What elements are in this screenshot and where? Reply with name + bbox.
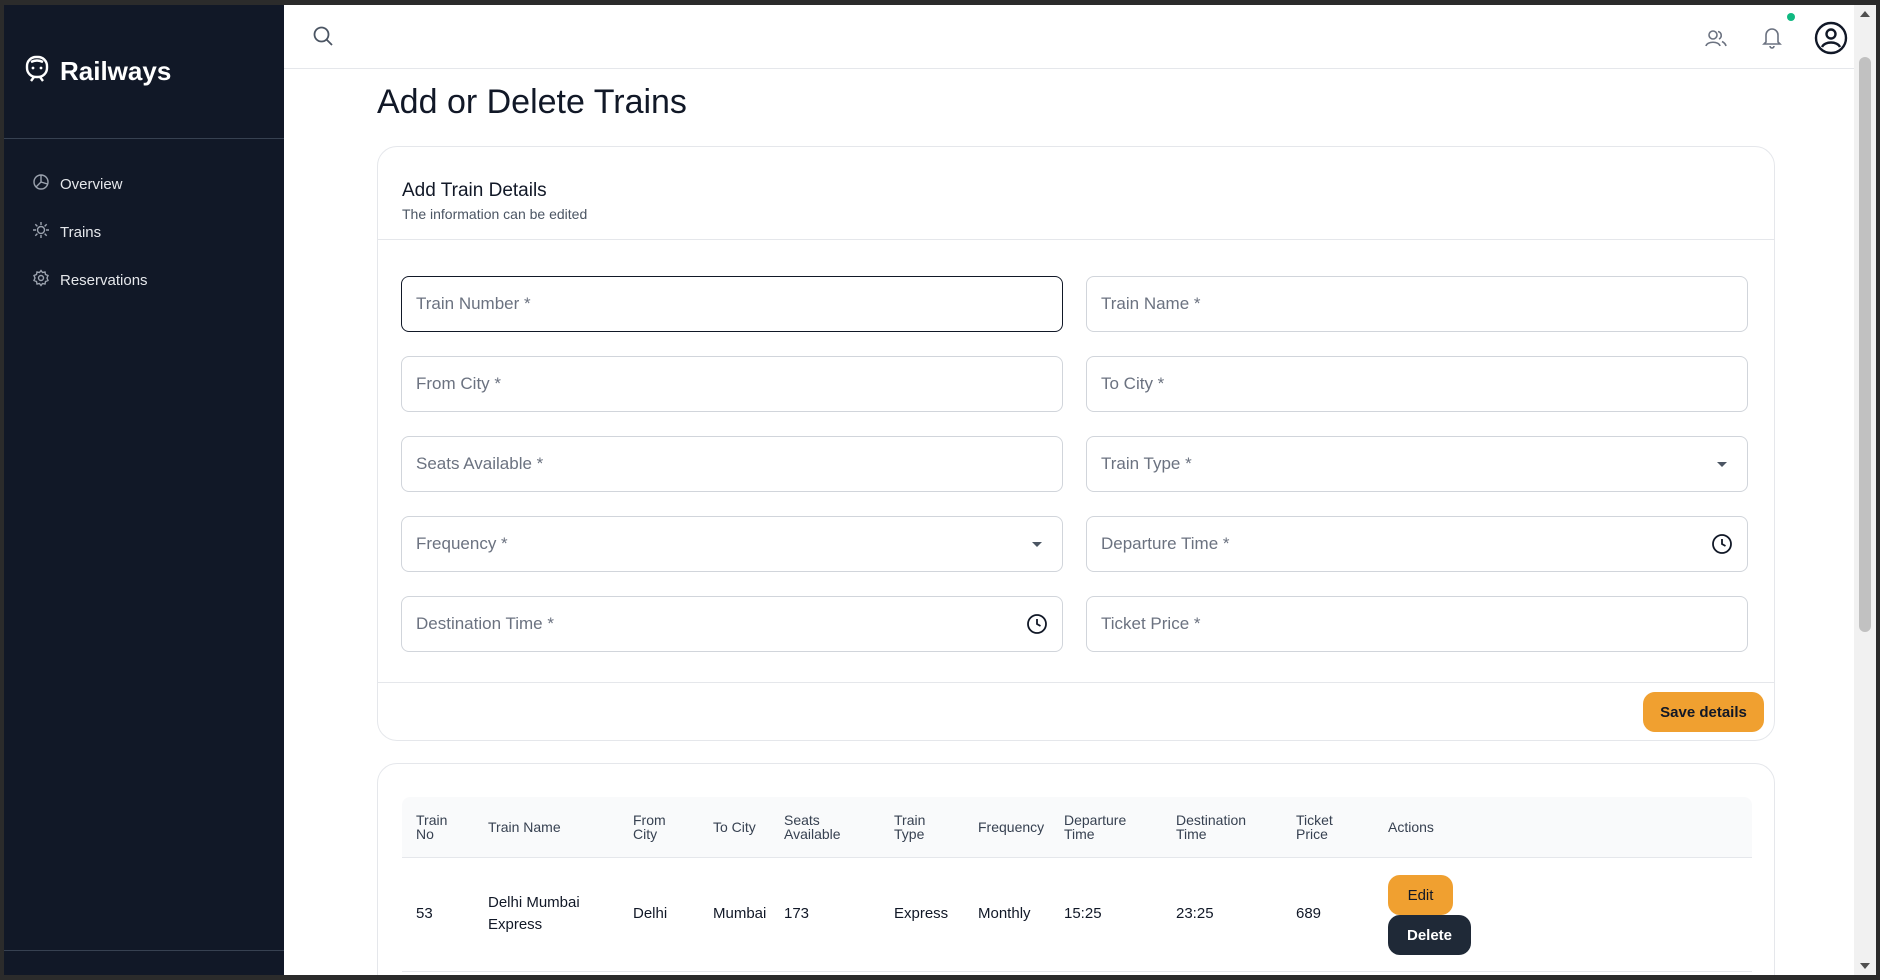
dropdown-arrow-icon [1032,542,1042,547]
sidebar-nav: Overview Trains Reservations [32,160,148,304]
search-icon[interactable] [312,25,334,52]
trains-table-card: Train No Train Name From City To City Seat… [377,763,1775,975]
cell-from-city: Delhi [633,905,668,922]
dropdown-arrow-icon [1717,462,1727,467]
cell-train-type: Express [894,905,949,922]
field-label: Departure Time * [1101,534,1230,553]
destination-time-field[interactable]: Destination Time * [401,596,1063,652]
cell-ticket-price: 689 [1296,905,1322,922]
card-header: Add Train Details The information can be… [378,147,1774,240]
train-type-select[interactable]: Train Type * [1086,436,1748,492]
from-city-field[interactable]: From City * [401,356,1063,412]
notification-dot [1787,13,1795,21]
cell-frequency: Monthly [978,905,1031,922]
cell-to-city: Mumbai [713,905,767,922]
column-header-to-city: To City [713,819,756,835]
row-divider [402,971,1752,972]
field-label: Frequency * [416,534,508,553]
sidebar-item-overview[interactable]: Overview [32,160,148,208]
field-label: Seats Available * [416,454,544,473]
field-label: To City * [1101,374,1165,393]
edit-button[interactable]: Edit [1388,875,1453,915]
sidebar-item-reservations[interactable]: Reservations [32,256,148,304]
sidebar-divider [4,950,284,951]
cell-train-no: 53 [416,905,433,922]
field-label: Train Type * [1101,454,1192,473]
sidebar-divider [4,138,284,139]
cell-destination-time: 23:25 [1176,905,1214,922]
scroll-up-arrow-icon[interactable] [1860,11,1870,17]
field-label: Train Name * [1101,294,1201,313]
column-header-seats-available: Seats Available [784,812,841,842]
column-header-train-name: Train Name [488,819,561,835]
column-header-destination-time: Destination Time [1176,812,1247,842]
bell-icon[interactable] [1761,25,1783,54]
brand[interactable]: Railways [24,55,171,88]
add-train-card: Add Train Details The information can be… [377,146,1775,741]
frequency-select[interactable]: Frequency * [401,516,1063,572]
cell-departure-time: 15:25 [1064,905,1102,922]
top-bar [284,5,1854,69]
users-icon[interactable] [1704,27,1728,54]
train-icon [32,221,50,243]
column-header-departure-time: Departure Time [1064,812,1127,842]
field-label: Destination Time * [416,614,554,633]
seats-available-field[interactable]: Seats Available * [401,436,1063,492]
gear-icon [32,269,50,291]
field-label: Train Number * [416,294,531,313]
column-header-train-type: Train Type [894,812,926,842]
account-icon[interactable] [1814,21,1848,60]
sidebar: Railways Overview Trains Reservations [4,5,284,975]
train-name-field[interactable]: Train Name * [1086,276,1748,332]
field-label: From City * [416,374,501,393]
cell-seats-available: 173 [784,905,810,922]
clock-icon[interactable] [1711,533,1733,560]
sidebar-item-label: Trains [60,223,102,241]
column-header-actions: Actions [1388,819,1434,835]
train-number-field[interactable]: Train Number * [401,276,1063,332]
train-logo-icon [24,55,50,88]
clock-icon[interactable] [1026,613,1048,640]
scrollbar-thumb[interactable] [1859,57,1871,632]
ticket-price-field[interactable]: Ticket Price * [1086,596,1748,652]
column-header-ticket-price: Ticket Price [1296,812,1333,842]
column-header-train-no: Train No [416,812,448,842]
column-header-frequency: Frequency [978,819,1045,835]
departure-time-field[interactable]: Departure Time * [1086,516,1748,572]
table-header: Train No Train Name From City To City Seat… [402,797,1752,858]
cell-train-name: Delhi Mumbai Express [488,894,580,933]
pie-chart-icon [32,173,50,195]
sidebar-item-trains[interactable]: Trains [32,208,148,256]
card-subtitle: The information can be edited [402,206,588,222]
sidebar-item-label: Reservations [60,271,148,289]
page-scrollbar[interactable] [1854,5,1876,975]
delete-button[interactable]: Delete [1388,915,1471,955]
field-label: Ticket Price * [1101,614,1201,633]
app-window: Railways Overview Trains Reservations Ad… [4,5,1876,975]
save-details-button[interactable]: Save details [1643,692,1764,732]
app-name: Railways [60,56,172,86]
card-footer-divider [378,682,1774,683]
column-header-from-city: From City [633,812,666,842]
scroll-down-arrow-icon[interactable] [1860,963,1870,969]
page-title: Add or Delete Trains [377,83,687,121]
sidebar-item-label: Overview [60,175,123,193]
to-city-field[interactable]: To City * [1086,356,1748,412]
card-title: Add Train Details [402,180,547,201]
